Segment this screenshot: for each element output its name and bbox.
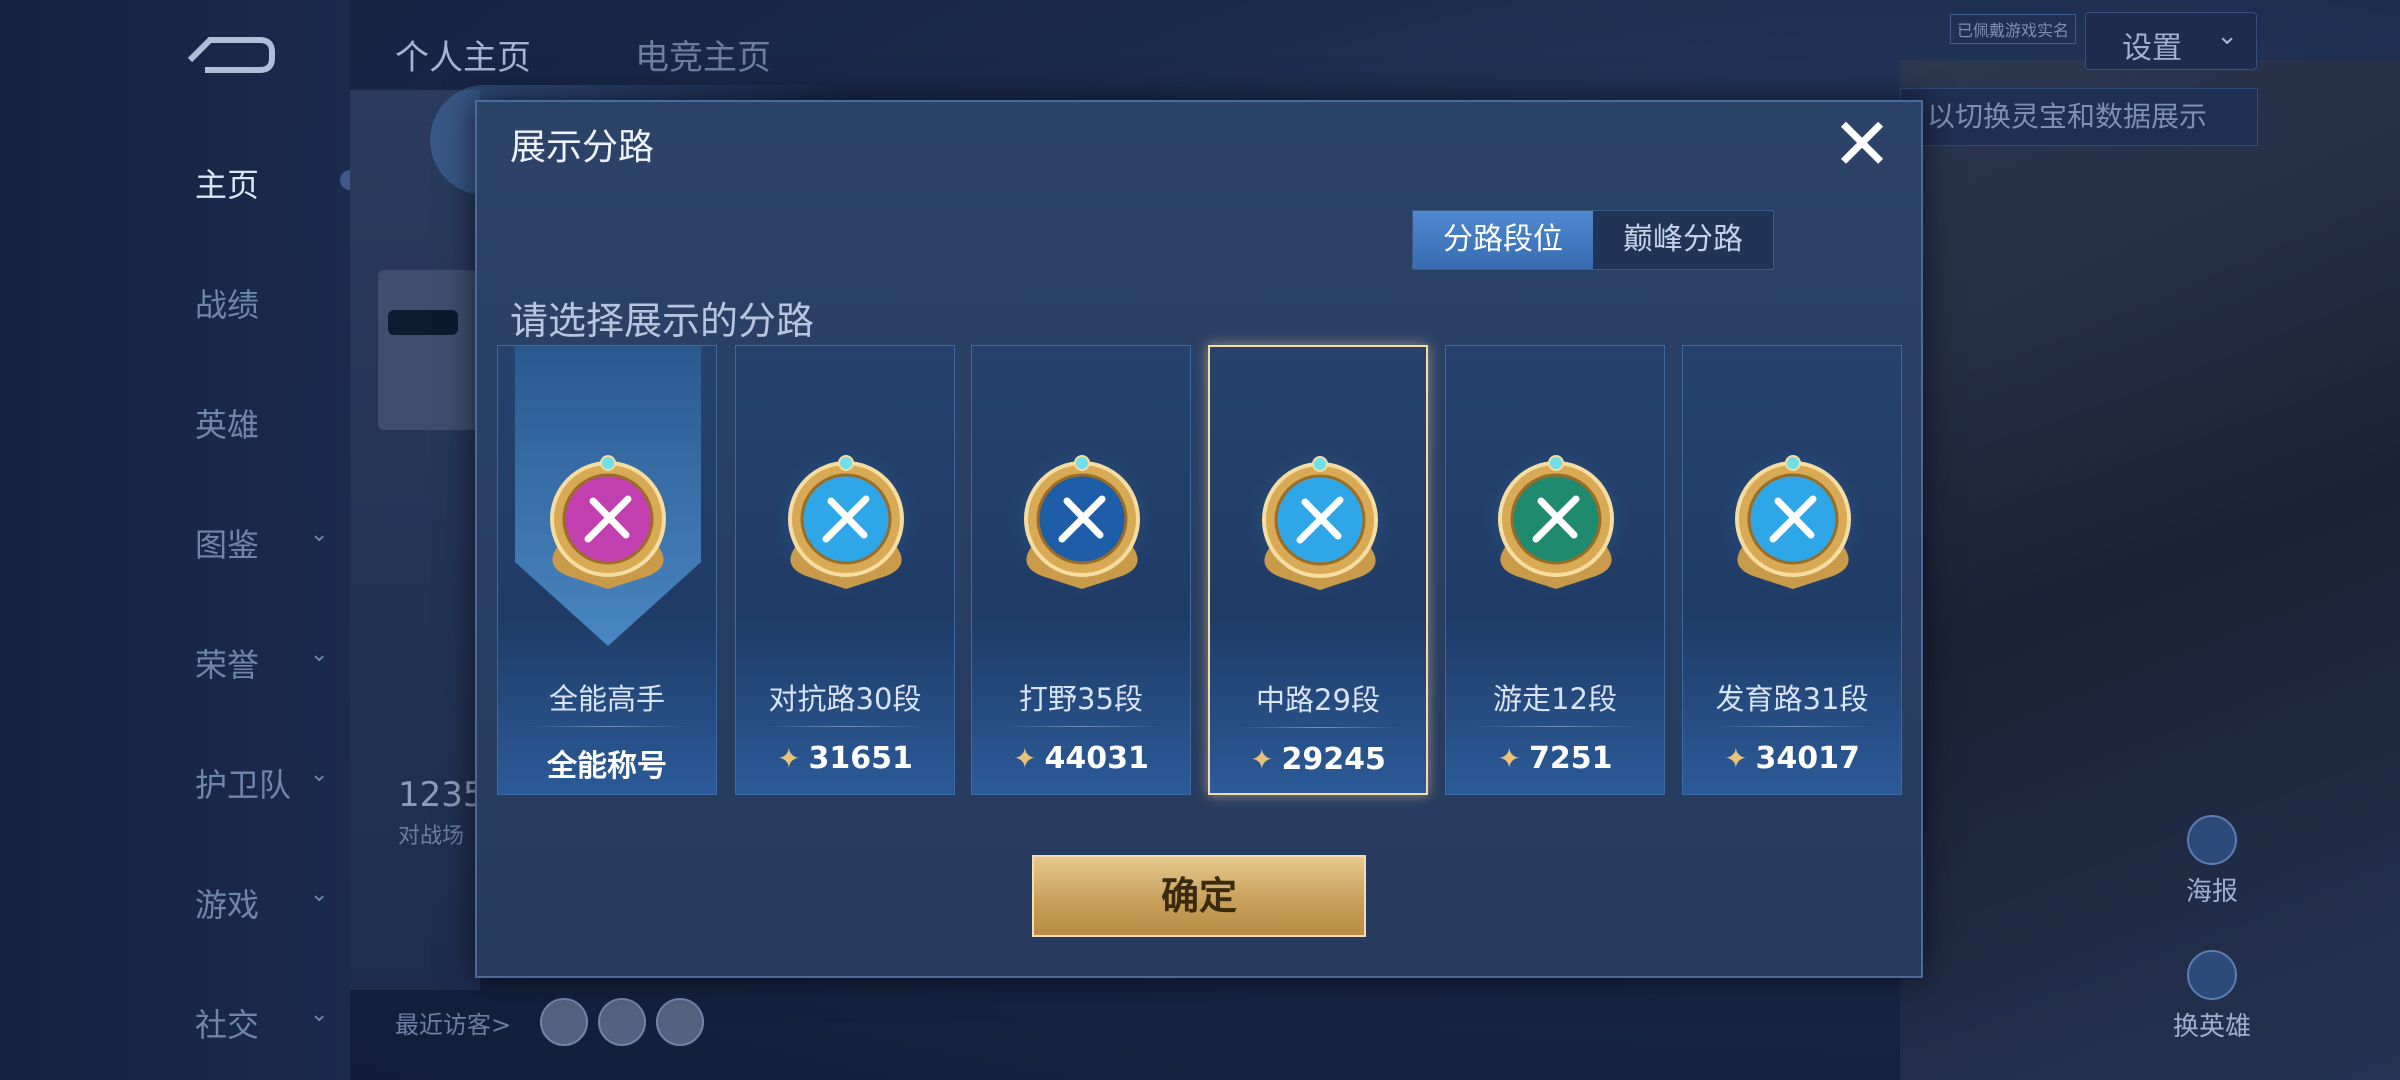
score-star-icon: ✦ bbox=[1013, 742, 1037, 775]
sidebar: 主页战绩英雄图鉴 ⌄ 荣誉 ⌄ 护卫队 ⌄ 游戏 ⌄ 社交 ⌄ bbox=[0, 0, 360, 1080]
divider bbox=[1476, 726, 1636, 727]
poster-icon bbox=[2187, 815, 2237, 865]
sidebar-item[interactable]: 游戏 ⌄ bbox=[160, 880, 328, 924]
verify-badge: 已佩戴游戏实名 bbox=[1950, 14, 2077, 44]
lane-score: ✦ 7251 bbox=[1446, 741, 1664, 776]
lane-card[interactable]: 游走12段 ✦ 7251 bbox=[1445, 345, 1665, 795]
stat-label: 对战场 bbox=[398, 824, 465, 849]
sidebar-item[interactable]: 英雄 bbox=[160, 400, 320, 444]
lane-card[interactable]: 打野35段 ✦ 44031 bbox=[971, 345, 1191, 795]
lane-score-value: 44031 bbox=[1044, 741, 1149, 776]
divider bbox=[528, 726, 688, 727]
dialog-subtitle: 请选择展示的分路 bbox=[510, 299, 815, 343]
back-arrow-icon bbox=[187, 37, 275, 73]
sidebar-item[interactable]: 社交 ⌄ bbox=[160, 1000, 328, 1044]
divider bbox=[1240, 727, 1400, 728]
sidebar-item[interactable]: 图鉴 ⌄ bbox=[160, 520, 328, 564]
chevron-down-icon: ⌄ bbox=[310, 1002, 329, 1027]
divider bbox=[1713, 726, 1873, 727]
chevron-down-icon: ⌄ bbox=[310, 642, 329, 667]
settings-button[interactable]: 设置 ⌄ bbox=[2085, 12, 2257, 70]
hero-artwork bbox=[1900, 60, 2400, 1080]
back-button[interactable] bbox=[180, 30, 280, 80]
divider bbox=[766, 726, 926, 727]
sidebar-item[interactable]: 护卫队 ⌄ bbox=[160, 760, 328, 804]
sidebar-item-label: 战绩 bbox=[195, 286, 260, 324]
sidebar-item[interactable]: 主页 bbox=[160, 160, 320, 204]
segment-lane-rank[interactable]: 分路段位 bbox=[1413, 211, 1593, 269]
lane-score: ✦ 34017 bbox=[1683, 741, 1901, 776]
score-star-icon: ✦ bbox=[1250, 743, 1274, 776]
mid-lane-badge-icon bbox=[1262, 456, 1378, 590]
sidebar-item-label: 社交 bbox=[195, 1006, 260, 1044]
sidebar-item-label: 主页 bbox=[195, 166, 260, 204]
sidebar-item[interactable]: 战绩 bbox=[160, 280, 320, 324]
lane-card[interactable]: 全能高手 全能称号 bbox=[497, 345, 717, 795]
lane-card[interactable]: 发育路31段 ✦ 34017 bbox=[1682, 345, 1902, 795]
lane-name: 游走12段 bbox=[1493, 682, 1617, 716]
chevron-down-icon: ⌄ bbox=[310, 762, 329, 787]
divider bbox=[1002, 726, 1162, 727]
roam-badge-icon bbox=[1498, 455, 1614, 589]
score-star-icon: ✦ bbox=[1497, 742, 1521, 775]
lane-score-value: 34017 bbox=[1755, 741, 1860, 776]
tab-personal-home[interactable]: 个人主页 bbox=[395, 30, 531, 79]
change-hero-button[interactable]: 换英雄 bbox=[2162, 950, 2262, 1043]
visitor-avatar[interactable] bbox=[598, 998, 646, 1046]
hint-banner: 以切换灵宝和数据展示 bbox=[1900, 88, 2258, 146]
close-icon[interactable]: ✕ bbox=[1830, 108, 1894, 180]
segment-peak-lane[interactable]: 巅峰分路 bbox=[1593, 211, 1773, 269]
visitor-avatar[interactable] bbox=[656, 998, 704, 1046]
poster-button[interactable]: 海报 bbox=[2162, 815, 2262, 908]
lane-score: ✦ 31651 bbox=[736, 741, 954, 776]
sidebar-item-label: 图鉴 bbox=[195, 526, 260, 564]
chevron-down-icon: ⌄ bbox=[310, 882, 329, 907]
lane-name: 对抗路30段 bbox=[768, 682, 922, 716]
lane-score-value: 7251 bbox=[1528, 741, 1613, 776]
segment-control: 分路段位 巅峰分路 bbox=[1412, 210, 1774, 270]
sidebar-item[interactable]: 荣誉 ⌄ bbox=[160, 640, 328, 684]
lane-score-value: 31651 bbox=[808, 741, 913, 776]
sidebar-item-label: 荣誉 bbox=[195, 646, 260, 684]
confirm-button[interactable]: 确定 bbox=[1032, 855, 1366, 937]
sidebar-item-label: 护卫队 bbox=[195, 766, 292, 804]
farm-lane-badge-icon bbox=[1735, 455, 1851, 589]
lane-name: 全能高手 bbox=[548, 682, 665, 716]
tab-esports-home[interactable]: 电竞主页 bbox=[635, 30, 771, 79]
chevron-down-icon: ⌄ bbox=[2216, 21, 2238, 51]
sidebar-item-label: 英雄 bbox=[195, 406, 260, 444]
lane-name: 中路29段 bbox=[1256, 683, 1380, 717]
change-hero-label: 换英雄 bbox=[2172, 1012, 2251, 1042]
sidebar-item-label: 游戏 bbox=[195, 886, 260, 924]
profile-panel-background bbox=[350, 90, 480, 990]
chevron-down-icon: ⌄ bbox=[310, 522, 329, 547]
dialog-title: 展示分路 bbox=[510, 127, 655, 168]
avatar bbox=[378, 270, 478, 430]
lane-card[interactable]: 中路29段 ✦ 29245 bbox=[1208, 345, 1428, 795]
clash-lane-badge-icon bbox=[788, 455, 904, 589]
lane-card[interactable]: 对抗路30段 ✦ 31651 bbox=[735, 345, 955, 795]
stat-value: 1235 bbox=[398, 775, 485, 815]
jungle-badge-icon bbox=[1024, 455, 1140, 589]
lane-score-value: 29245 bbox=[1281, 742, 1386, 777]
lane-name: 打野35段 bbox=[1019, 682, 1143, 716]
all-round-badge-icon bbox=[550, 455, 666, 589]
lane-title-label: 全能称号 bbox=[547, 749, 667, 784]
recent-visitors-link[interactable]: 最近访客> bbox=[395, 1005, 511, 1040]
settings-label: 设置 bbox=[2122, 31, 2182, 66]
change-hero-icon bbox=[2187, 950, 2237, 1000]
lane-score: ✦ 44031 bbox=[972, 741, 1190, 776]
poster-label: 海报 bbox=[2185, 877, 2238, 907]
lane-score: ✦ 29245 bbox=[1210, 742, 1426, 777]
lane-name: 发育路31段 bbox=[1715, 682, 1869, 716]
visitor-avatar[interactable] bbox=[540, 998, 588, 1046]
score-star-icon: ✦ bbox=[1724, 742, 1748, 775]
score-star-icon: ✦ bbox=[777, 742, 801, 775]
